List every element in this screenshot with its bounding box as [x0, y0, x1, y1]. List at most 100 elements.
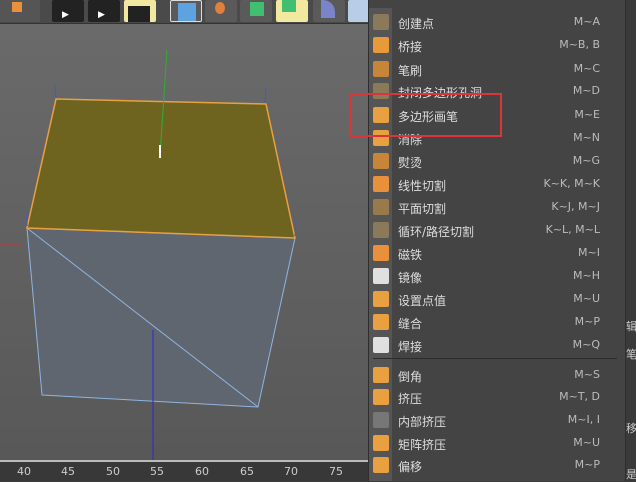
floor-icon[interactable]: [348, 0, 370, 22]
menu-item-shortcut: M~S: [574, 368, 600, 381]
menu-separator: [373, 358, 617, 359]
menu-item-shortcut: M~B, B: [559, 38, 600, 51]
menu-item-label: 偏移: [398, 460, 423, 474]
menu-item-shortcut: K~L, M~L: [545, 223, 600, 236]
ruler-label: 45: [61, 465, 75, 478]
menu-item-label: 桥接: [398, 40, 423, 54]
menu-item-label: 平面切割: [398, 202, 447, 216]
menu-item-label: 笔刷: [398, 64, 423, 78]
menu-item[interactable]: 线性切割 K~K, M~K: [369, 173, 627, 196]
ruler-label: 50: [106, 465, 120, 478]
create-point-icon: [373, 14, 389, 30]
cube-top-face-selected[interactable]: [26, 98, 296, 239]
menu-item-shortcut: M~C: [573, 62, 600, 75]
mesh-tools-menu: 创建点 M~A 桥接 M~B, B 笔刷 M~C 封闭多边形孔洞 M~D 多边形画笔 M~E 消除 M…: [368, 0, 626, 481]
render-settings-icon[interactable]: [124, 0, 156, 22]
menu-item-label: 缝合: [398, 317, 423, 331]
side-panel-text: 移: [626, 422, 636, 435]
menu-item-shortcut: M~N: [573, 131, 600, 144]
magnet-icon: [373, 245, 389, 261]
cube-icon[interactable]: [170, 0, 202, 22]
menu-item-shortcut: M~Q: [572, 338, 600, 351]
menu-item[interactable]: 缝合 M~P: [369, 311, 627, 334]
side-panel: 辑 笔 移 是: [626, 0, 636, 481]
menu-item-label: 创建点: [398, 17, 435, 31]
menu-item-shortcut: M~P: [574, 315, 600, 328]
toolbar: ▶ ▶: [0, 0, 370, 24]
set-point-value-icon: [373, 291, 389, 307]
menu-item[interactable]: 偏移 M~P: [369, 454, 627, 477]
extrude-icon: [373, 389, 389, 405]
menu-item-label: 倒角: [398, 370, 423, 384]
menu-item-label: 线性切割: [398, 179, 447, 193]
menu-item[interactable]: 挤压 M~T, D: [369, 386, 627, 409]
bevel-icon: [373, 367, 389, 383]
ruler-label: 70: [284, 465, 298, 478]
stitch-icon: [373, 314, 389, 330]
menu-item-shortcut: M~I: [578, 246, 600, 259]
menu-item[interactable]: 笔刷 M~C: [369, 58, 627, 81]
ruler-label: 40: [17, 465, 31, 478]
subdivision-icon[interactable]: [240, 0, 272, 22]
coordinate-tool-icon[interactable]: [0, 0, 40, 22]
menu-item-label: 设置点值: [398, 294, 447, 308]
highlight-box: [349, 93, 502, 137]
weld-icon: [373, 337, 389, 353]
menu-item-shortcut: M~G: [572, 154, 600, 167]
menu-item-label: 磁铁: [398, 248, 423, 262]
ruler-label: 75: [329, 465, 343, 478]
cube-front-face: [26, 227, 296, 408]
cube-mesh: [0, 49, 297, 460]
offset-icon: [373, 457, 389, 473]
render-picture-viewer-icon[interactable]: ▶: [88, 0, 120, 22]
matrix-extrude-icon: [373, 435, 389, 451]
menu-item[interactable]: 设置点值 M~U: [369, 288, 627, 311]
3d-viewport[interactable]: [0, 24, 368, 460]
menu-item[interactable]: 倒角 M~S: [369, 364, 627, 387]
side-panel-text: 是: [626, 468, 636, 481]
menu-item-label: 熨烫: [398, 156, 423, 170]
array-icon[interactable]: [276, 0, 308, 22]
menu-item-shortcut: K~J, M~J: [551, 200, 600, 213]
knife-icon: [373, 176, 389, 192]
menu-item-shortcut: M~I, I: [567, 413, 600, 426]
plane-cut-icon: [373, 199, 389, 215]
ruler-label: 65: [240, 465, 254, 478]
pen-spline-icon[interactable]: [205, 0, 237, 22]
menu-item-label: 焊接: [398, 340, 423, 354]
iron-icon: [373, 153, 389, 169]
menu-item-shortcut: M~T, D: [559, 390, 600, 403]
menu-item[interactable]: 桥接 M~B, B: [369, 34, 627, 57]
menu-item[interactable]: 循环/路径切割 K~L, M~L: [369, 219, 627, 242]
menu-item[interactable]: 熨烫 M~G: [369, 150, 627, 173]
menu-item[interactable]: 创建点 M~A: [369, 11, 627, 34]
brush-icon: [373, 61, 389, 77]
mirror-icon: [373, 268, 389, 284]
menu-item[interactable]: 平面切割 K~J, M~J: [369, 196, 627, 219]
menu-item-shortcut: K~K, M~K: [543, 177, 600, 190]
menu-item-shortcut: M~A: [573, 15, 600, 28]
menu-item[interactable]: 磁铁 M~I: [369, 242, 627, 265]
menu-item-shortcut: M~H: [573, 269, 600, 282]
menu-item-shortcut: M~P: [574, 458, 600, 471]
timeline-ruler[interactable]: 40 45 50 55 60 65 70 75: [0, 460, 368, 481]
side-panel-text: 笔: [626, 348, 636, 361]
menu-item-shortcut: M~D: [572, 84, 600, 97]
menu-item[interactable]: 焊接 M~Q: [369, 334, 627, 357]
menu-item-label: 矩阵挤压: [398, 438, 447, 452]
menu-item-shortcut: M~E: [574, 108, 600, 121]
menu-item-shortcut: M~U: [573, 292, 600, 305]
deformer-icon[interactable]: [313, 0, 345, 22]
extrude-inner-icon: [373, 412, 389, 428]
bridge-icon: [373, 37, 389, 53]
menu-item-shortcut: M~U: [573, 436, 600, 449]
ruler-label: 60: [195, 465, 209, 478]
menu-item[interactable]: 镜像 M~H: [369, 265, 627, 288]
menu-item[interactable]: 内部挤压 M~I, I: [369, 409, 627, 432]
render-view-icon[interactable]: ▶: [52, 0, 84, 22]
menu-item-label: 挤压: [398, 392, 423, 406]
loop-cut-icon: [373, 222, 389, 238]
menu-item-label: 镜像: [398, 271, 423, 285]
ruler-label: 55: [150, 465, 164, 478]
menu-item[interactable]: 矩阵挤压 M~U: [369, 432, 627, 455]
